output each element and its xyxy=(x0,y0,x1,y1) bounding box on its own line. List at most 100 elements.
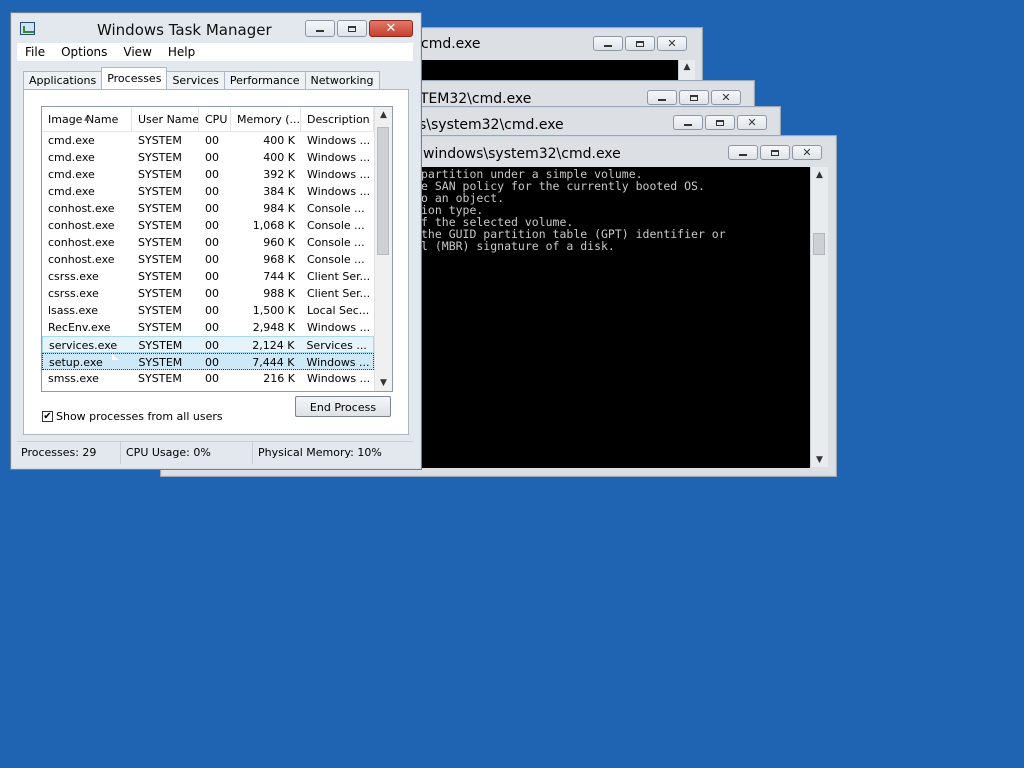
close-icon[interactable]: ✕ xyxy=(369,20,413,37)
cell-desc: Console ... xyxy=(307,253,365,266)
menu-file[interactable]: File xyxy=(17,43,53,61)
maximize-icon[interactable] xyxy=(760,145,790,160)
cell-cpu: 00 xyxy=(205,304,219,317)
cell-name: cmd.exe xyxy=(48,185,95,198)
table-row[interactable]: lsass.exe SYSTEM 00 1,500 K Local Sec... xyxy=(42,302,374,319)
show-all-users-checkbox[interactable]: ✔ Show processes from all users xyxy=(42,410,223,423)
scroll-up-icon[interactable]: ▲ xyxy=(375,110,392,120)
tab-networking[interactable]: Networking xyxy=(304,71,380,89)
tab-applications[interactable]: Applications xyxy=(23,71,103,89)
sort-ascending-icon: ▲ xyxy=(84,114,90,122)
tab-processes[interactable]: Processes xyxy=(101,67,168,89)
maximize-icon[interactable] xyxy=(625,36,655,51)
cell-cpu: 00 xyxy=(205,253,219,266)
table-row[interactable]: conhost.exe SYSTEM 00 984 K Console ... xyxy=(42,200,374,217)
cell-cpu: 00 xyxy=(205,202,219,215)
cell-name: lsass.exe xyxy=(48,304,98,317)
cell-mem: 400 K xyxy=(263,134,295,147)
task-manager-window[interactable]: Windows Task Manager ✕ File Options View… xyxy=(10,12,422,470)
title-bar[interactable]: Windows Task Manager ✕ xyxy=(11,13,421,43)
cell-desc: Client Ser... xyxy=(307,270,371,283)
table-row[interactable]: conhost.exe SYSTEM 00 960 K Console ... xyxy=(42,234,374,251)
cell-desc: Console ... xyxy=(307,202,365,215)
column-cpu[interactable]: CPU xyxy=(199,107,231,131)
table-row[interactable]: setup.exe SYSTEM 00 7,444 K Windows ... xyxy=(42,353,374,370)
menu-help[interactable]: Help xyxy=(160,43,203,61)
mouse-cursor-icon xyxy=(112,354,119,360)
tab-performance[interactable]: Performance xyxy=(223,71,306,89)
menu-options[interactable]: Options xyxy=(53,43,115,61)
console-output[interactable]: partition under a simple volume. e SAN po… xyxy=(421,167,810,468)
cell-desc: Console ... xyxy=(307,236,365,249)
cell-user: SYSTEM xyxy=(138,287,182,300)
scroll-down-icon[interactable]: ▼ xyxy=(375,378,392,388)
task-manager-icon xyxy=(20,22,35,35)
checkbox-checked-icon[interactable]: ✔ xyxy=(42,411,53,422)
cell-name: smss.exe xyxy=(48,372,99,385)
cell-cpu: 00 xyxy=(205,134,219,147)
cell-mem: 7,444 K xyxy=(252,356,295,369)
scroll-up-icon[interactable]: ▲ xyxy=(811,170,828,180)
column-description[interactable]: Description xyxy=(301,107,374,131)
process-list[interactable]: ▲ Image Name User Name CPU Memory (... D… xyxy=(41,106,393,392)
close-icon[interactable]: ✕ xyxy=(711,90,741,105)
minimize-icon[interactable] xyxy=(728,145,758,160)
console-scrollbar[interactable]: ▲ ▼ xyxy=(810,167,828,467)
cell-mem: 392 K xyxy=(263,168,295,181)
scroll-up-icon[interactable]: ▲ xyxy=(679,62,695,72)
maximize-icon[interactable] xyxy=(337,20,367,37)
table-row[interactable]: cmd.exe SYSTEM 00 400 K Windows ... xyxy=(42,132,374,149)
close-icon[interactable]: ✕ xyxy=(737,115,767,130)
table-row[interactable]: RecEnv.exe SYSTEM 00 2,948 K Windows ... xyxy=(42,319,374,336)
cell-cpu: 00 xyxy=(205,219,219,232)
cell-desc: Windows ... xyxy=(307,151,371,164)
table-row[interactable]: conhost.exe SYSTEM 00 968 K Console ... xyxy=(42,251,374,268)
close-icon[interactable]: ✕ xyxy=(657,36,687,51)
process-list-scrollbar[interactable]: ▲ ▼ xyxy=(374,107,392,391)
minimize-icon[interactable] xyxy=(673,115,703,130)
scroll-down-icon[interactable]: ▼ xyxy=(811,455,828,465)
close-icon[interactable]: ✕ xyxy=(792,145,822,160)
status-processes: Processes: 29 xyxy=(17,442,121,464)
cell-cpu: 00 xyxy=(205,168,219,181)
end-process-button[interactable]: End Process xyxy=(295,396,391,417)
cell-name: RecEnv.exe xyxy=(48,321,111,334)
table-row[interactable]: cmd.exe SYSTEM 00 392 K Windows ... xyxy=(42,166,374,183)
cell-name: conhost.exe xyxy=(48,253,115,266)
column-user-name[interactable]: User Name xyxy=(132,107,199,131)
table-row[interactable]: csrss.exe SYSTEM 00 988 K Client Ser... xyxy=(42,285,374,302)
table-row[interactable]: cmd.exe SYSTEM 00 384 K Windows ... xyxy=(42,183,374,200)
cell-desc: Windows ... xyxy=(306,356,370,369)
menu-view[interactable]: View xyxy=(115,43,159,61)
minimize-icon[interactable] xyxy=(647,90,677,105)
cell-desc: Windows ... xyxy=(307,372,371,385)
cell-cpu: 00 xyxy=(205,356,220,369)
column-headers: ▲ Image Name User Name CPU Memory (... D… xyxy=(42,107,374,132)
status-cpu: CPU Usage: 0% xyxy=(121,442,253,464)
cell-name: conhost.exe xyxy=(48,219,115,232)
table-row[interactable]: services.exe SYSTEM 00 2,124 K Services ... xyxy=(42,336,374,353)
cell-user: SYSTEM xyxy=(138,202,182,215)
table-row[interactable]: smss.exe SYSTEM 00 216 K Windows ... xyxy=(42,370,374,387)
table-row[interactable]: csrss.exe SYSTEM 00 744 K Client Ser... xyxy=(42,268,374,285)
maximize-icon[interactable] xyxy=(679,90,709,105)
cell-cpu: 00 xyxy=(205,270,219,283)
tab-services[interactable]: Services xyxy=(166,71,225,89)
column-memory[interactable]: Memory (... xyxy=(231,107,301,131)
cell-desc: Windows ... xyxy=(307,168,371,181)
cell-mem: 384 K xyxy=(263,185,295,198)
cell-desc: Windows ... xyxy=(307,321,371,334)
scroll-thumb[interactable] xyxy=(377,127,389,255)
table-row[interactable]: cmd.exe SYSTEM 00 400 K Windows ... xyxy=(42,149,374,166)
maximize-icon[interactable] xyxy=(705,115,735,130)
cell-mem: 984 K xyxy=(263,202,295,215)
minimize-icon[interactable] xyxy=(593,36,623,51)
cell-desc: Client Ser... xyxy=(307,287,371,300)
cmd-window-3-title: s\system32\cmd.exe xyxy=(419,117,564,133)
cell-mem: 968 K xyxy=(263,253,295,266)
scroll-thumb[interactable] xyxy=(813,233,825,255)
table-row[interactable]: conhost.exe SYSTEM 00 1,068 K Console ... xyxy=(42,217,374,234)
minimize-icon[interactable] xyxy=(305,20,335,37)
cell-name: cmd.exe xyxy=(48,151,95,164)
column-image-name[interactable]: ▲ Image Name xyxy=(42,107,132,131)
